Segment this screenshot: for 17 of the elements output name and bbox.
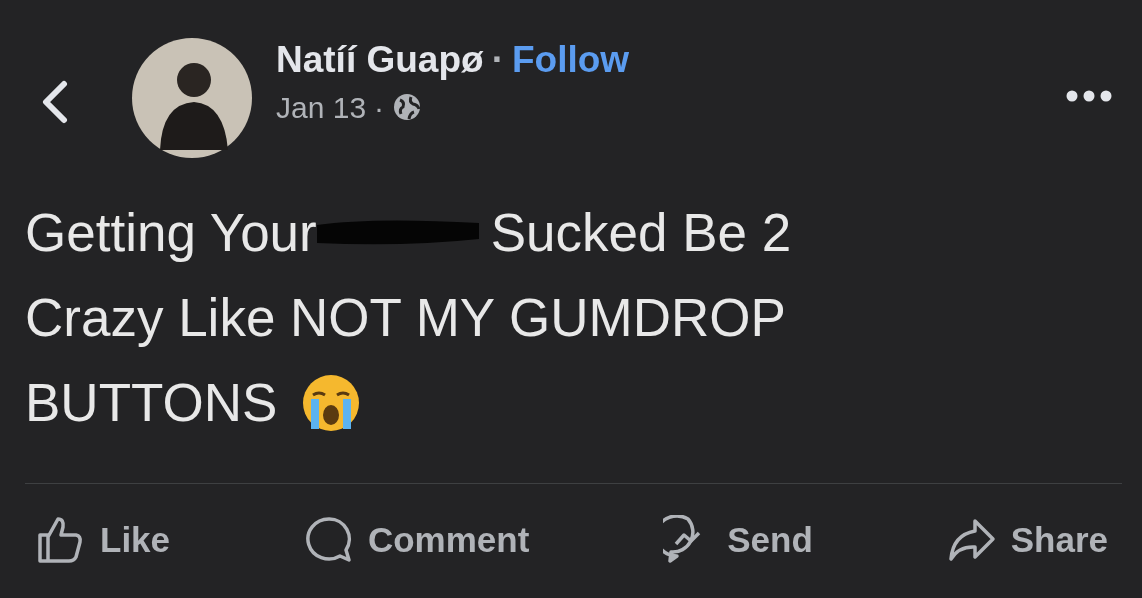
share-button[interactable]: Share (946, 514, 1108, 567)
send-button[interactable]: Send (663, 514, 813, 567)
comment-button[interactable]: Comment (303, 514, 530, 567)
more-icon[interactable] (1066, 90, 1112, 102)
separator: · (374, 89, 385, 126)
globe-icon (392, 92, 423, 123)
post-text: Sucked Be 2 (490, 202, 792, 264)
like-button[interactable]: Like (36, 514, 171, 567)
post-text: Getting Your (25, 202, 317, 264)
post-text: BUTTONS (25, 372, 278, 434)
follow-link[interactable]: Follow (511, 40, 630, 81)
author-name[interactable]: Natíí Guapø (276, 40, 484, 81)
separator: · (491, 40, 504, 81)
post-text: Crazy Like NOT MY GUMDROP (25, 287, 786, 349)
post-date[interactable]: Jan 13 (276, 84, 367, 130)
avatar[interactable] (132, 38, 252, 158)
crying-emoji-icon (301, 372, 362, 433)
